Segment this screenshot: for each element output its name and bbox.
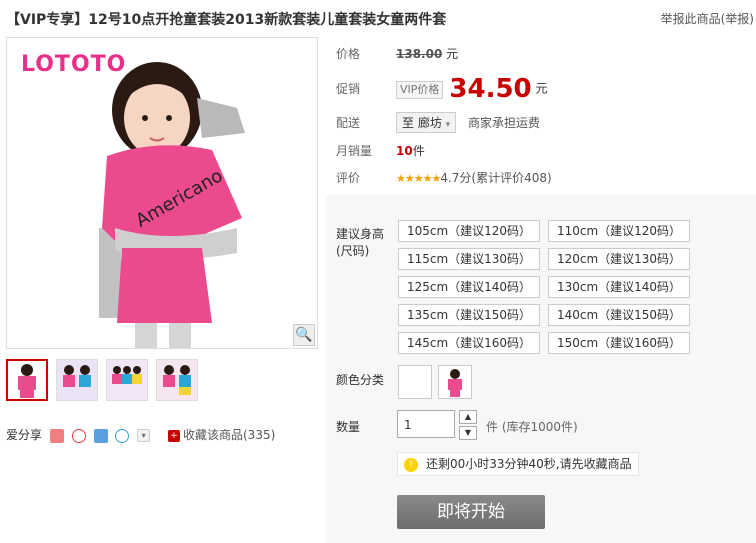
rating-label: 评价 <box>336 171 361 185</box>
renren-share-icon[interactable] <box>49 428 64 443</box>
delivery-location-text: 至 廊坊 <box>402 116 442 130</box>
quantity-decrease-button[interactable]: ▼ <box>459 426 477 440</box>
monthly-sales-label: 月销量 <box>336 144 373 158</box>
promo-price-unit: 元 <box>535 81 548 96</box>
size-option[interactable]: 135cm（建议150码） <box>398 304 540 326</box>
thumbnail-2-image <box>57 360 97 400</box>
quantity-increase-button[interactable]: ▲ <box>459 410 477 424</box>
size-option[interactable]: 150cm（建议160码） <box>548 332 690 354</box>
color-option-pink-image <box>448 369 462 397</box>
size-label: 建议身高 <box>336 227 385 241</box>
quantity-label: 数量 <box>336 420 361 434</box>
price-label: 价格 <box>336 47 361 61</box>
price-row: 价格 138.00 元 <box>336 45 458 62</box>
promo-price: 34.50 <box>449 74 532 104</box>
rating-text: 4.7分(累计评价408) <box>440 171 552 185</box>
monthly-sales-row: 月销量 10件 <box>336 142 425 159</box>
color-label: 颜色分类 <box>336 373 385 387</box>
weibo-share-icon[interactable] <box>71 428 86 443</box>
monthly-sales-value: 10 <box>396 144 413 158</box>
favorite-icon: + <box>168 429 180 442</box>
color-option-white[interactable] <box>398 365 432 399</box>
quantity-input[interactable]: 1 <box>397 410 455 438</box>
brand-logo: LOTOTO <box>21 52 126 77</box>
size-option[interactable]: 115cm（建议130码） <box>398 248 540 270</box>
thumbnail-4[interactable] <box>156 359 198 401</box>
countdown-tip: ! 还剩00小时33分钟40秒,请先收藏商品 <box>397 452 639 476</box>
report-link[interactable]: 举报此商品(举报) <box>661 10 754 27</box>
rating-row: 评价 ★★★★★4.7分(累计评价408) <box>336 169 552 186</box>
shipping-note: 商家承担运费 <box>468 116 541 130</box>
monthly-sales-unit: 件 <box>412 144 425 158</box>
qzone-share-icon[interactable] <box>115 428 130 443</box>
star-share-icon[interactable] <box>93 428 108 443</box>
promo-row: 促销 VIP价格 34.50 元 <box>336 74 548 104</box>
favorite-button[interactable]: + 收藏该商品(335) <box>168 426 275 443</box>
more-share-chevron-icon[interactable]: ▾ <box>137 429 151 442</box>
zoom-icon[interactable]: 🔍 <box>293 324 315 346</box>
thumbnail-1[interactable] <box>6 359 48 401</box>
thumbnail-3[interactable] <box>106 359 148 401</box>
product-photo <box>7 38 317 348</box>
delivery-label: 配送 <box>336 116 361 130</box>
size-option[interactable]: 120cm（建议130码） <box>548 248 690 270</box>
size-label-group: 建议身高 (尺码) <box>336 225 384 259</box>
brand-logo-text: LOTOTO <box>21 52 127 77</box>
share-label: 爱分享 <box>6 428 43 442</box>
rating-stars-icon: ★★★★★ <box>396 172 441 185</box>
original-price: 138.00 <box>396 47 443 61</box>
countdown-text: 还剩00小时33分钟40秒,请先收藏商品 <box>426 457 632 471</box>
main-product-image[interactable]: LOTOTO Americano 🔍 <box>6 37 318 349</box>
coming-soon-button[interactable]: 即将开始 <box>397 495 545 529</box>
thumbnail-2[interactable] <box>56 359 98 401</box>
lightbulb-icon: ! <box>404 457 418 472</box>
product-title: 【VIP专享】12号10点开抢童套装2013新款套装儿童套装女童两件套 <box>6 12 447 28</box>
thumbnail-1-image <box>8 361 46 399</box>
vip-price-tag: VIP价格 <box>396 80 444 99</box>
size-option[interactable]: 125cm（建议140码） <box>398 276 540 298</box>
delivery-location-select[interactable]: 至 廊坊 ▾ <box>396 112 457 133</box>
color-option-pink[interactable] <box>438 365 472 399</box>
sku-panel <box>326 195 756 543</box>
size-option[interactable]: 130cm（建议140码） <box>548 276 690 298</box>
promo-label: 促销 <box>336 81 361 96</box>
delivery-row: 配送 至 廊坊 ▾ 商家承担运费 <box>336 112 540 133</box>
size-option[interactable]: 105cm（建议120码） <box>398 220 540 242</box>
favorite-label: 收藏该商品(335) <box>183 428 276 442</box>
thumbnail-3-image <box>107 360 147 400</box>
size-option[interactable]: 110cm（建议120码） <box>548 220 690 242</box>
stock-info: 件 (库存1000件) <box>486 420 578 434</box>
original-price-unit: 元 <box>446 47 459 61</box>
size-sublabel: (尺码) <box>336 244 370 258</box>
share-bar: 爱分享 ▾ <box>6 426 151 443</box>
size-option[interactable]: 145cm（建议160码） <box>398 332 540 354</box>
chevron-down-icon: ▾ <box>445 120 451 130</box>
thumbnail-4-image <box>157 360 197 400</box>
size-option[interactable]: 140cm（建议150码） <box>548 304 690 326</box>
